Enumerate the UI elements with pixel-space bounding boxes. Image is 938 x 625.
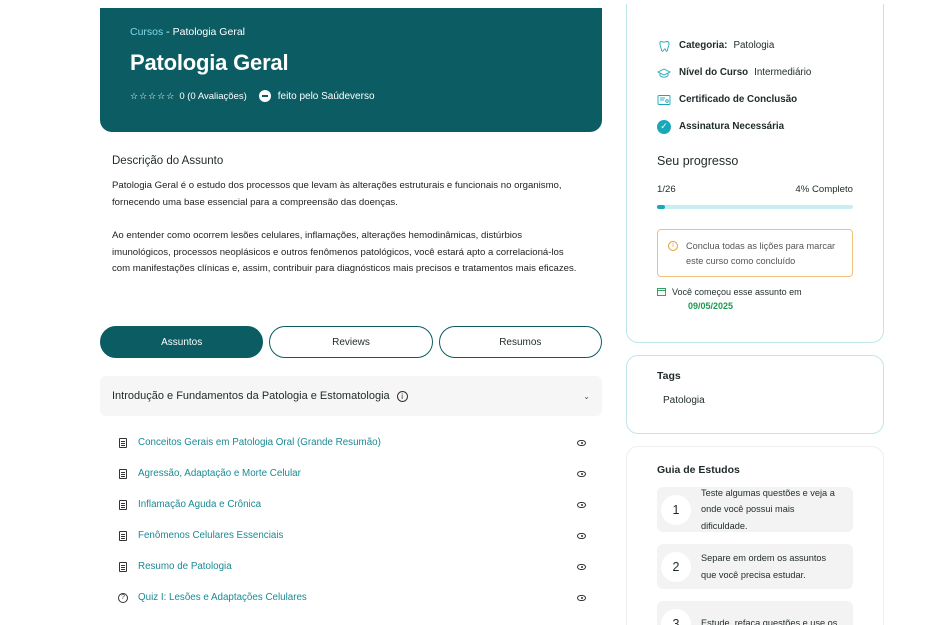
level-row: Nível do Curso Intermediário (657, 59, 853, 86)
step-text: Separe em ordem os assuntos que você pre… (701, 553, 827, 580)
completion-notice: i Conclua todas as lições para marcar es… (657, 229, 853, 277)
step-number: 1 (661, 494, 691, 525)
tab-reviews[interactable]: Reviews (269, 326, 433, 358)
level-value: Intermediário (754, 67, 812, 78)
lesson-item[interactable]: ? Quiz I: Lesões e Adaptações Celulares (118, 582, 586, 613)
course-hero: Cursos - Patologia Geral Patologia Geral… (100, 8, 602, 132)
lesson-title[interactable]: Quiz I: Lesões e Adaptações Celulares (138, 592, 307, 603)
document-icon (118, 468, 128, 479)
document-icon (118, 530, 128, 541)
lesson-title[interactable]: Agressão, Adaptação e Morte Celular (138, 468, 301, 479)
notice-text: Conclua todas as lições para marcar este… (686, 241, 836, 266)
tooth-icon (657, 39, 671, 53)
guide-step: 2 Separe em ordem os assuntos que você p… (657, 544, 853, 589)
description-paragraph-1: Patologia Geral é o estudo dos processos… (112, 180, 562, 208)
tab-assuntos[interactable]: Assuntos (100, 326, 264, 358)
rating-stars-icon[interactable]: ☆☆☆☆☆ (130, 91, 175, 102)
step-text: Teste algumas questões e veja a onde voc… (701, 487, 835, 531)
check-icon: ✓ (657, 119, 671, 134)
description-heading: Descrição do Assunto (112, 155, 224, 167)
module-accordion-header[interactable]: Introdução e Fundamentos da Patologia e … (100, 376, 602, 416)
breadcrumb-link-cursos[interactable]: Cursos (130, 26, 163, 38)
subscription-label: Assinatura Necessária (679, 121, 785, 132)
eye-icon[interactable] (577, 563, 586, 570)
eye-icon[interactable] (577, 532, 586, 539)
course-info-card: Categoria: Patologia Nível do Curso Inte… (626, 4, 884, 343)
document-icon (118, 499, 128, 510)
eye-icon[interactable] (577, 594, 586, 601)
author-badge: feito pelo Saúdeverso (258, 90, 375, 102)
tags-title: Tags (657, 370, 681, 382)
progress-bar-fill (657, 205, 665, 209)
lesson-item[interactable]: Resumo de Patologia (118, 551, 586, 582)
progress-percent: 4% Completo (795, 184, 853, 195)
certificate-row: Certificado de Conclusão (657, 86, 853, 113)
module-title: Introdução e Fundamentos da Patologia e … (112, 390, 390, 402)
lesson-item[interactable]: Agressão, Adaptação e Morte Celular (118, 458, 586, 489)
lesson-item[interactable]: Inflamação Aguda e Crônica (118, 489, 586, 520)
step-number: 2 (661, 551, 691, 582)
started-info: Você começou esse assunto em 09/05/2025 (657, 287, 853, 311)
rating-row: ☆☆☆☆☆ 0 (0 Avaliações) feito pelo Saúdev… (130, 90, 572, 102)
progress-summary: 1/26 4% Completo (657, 184, 853, 195)
eye-icon[interactable] (577, 470, 586, 477)
quiz-icon: ? (118, 592, 128, 603)
lesson-item[interactable]: Conceitos Gerais em Patologia Oral (Gran… (118, 427, 586, 458)
subscription-row: ✓ Assinatura Necessária (657, 113, 853, 140)
author-text: feito pelo Saúdeverso (277, 90, 375, 102)
lesson-title[interactable]: Fenômenos Celulares Essenciais (138, 530, 283, 541)
guide-step: 3 Estude, refaça questões e use os (657, 601, 853, 625)
tag-item[interactable]: Patologia (663, 395, 853, 406)
step-number: 3 (661, 608, 691, 625)
lesson-item[interactable]: Fenômenos Celulares Essenciais (118, 520, 586, 551)
progress-title: Seu progresso (657, 154, 739, 168)
tab-resumos[interactable]: Resumos (438, 326, 602, 358)
category-row: Categoria: Patologia (657, 32, 853, 59)
certificate-icon (657, 93, 671, 107)
level-icon (657, 66, 671, 80)
logo-icon (258, 90, 271, 102)
step-text: Estude, refaça questões e use os (701, 618, 838, 625)
breadcrumb-current: Patologia Geral (172, 26, 245, 38)
lesson-title[interactable]: Inflamação Aguda e Crônica (138, 499, 261, 510)
certificate-label: Certificado de Conclusão (679, 94, 798, 105)
document-icon (118, 437, 128, 448)
category-label: Categoria: (679, 40, 728, 51)
info-icon[interactable]: i (396, 390, 408, 402)
lesson-title[interactable]: Resumo de Patologia (138, 561, 232, 572)
chevron-down-icon[interactable]: ⌄ (583, 392, 590, 401)
breadcrumb-separator: - (163, 26, 173, 38)
started-text: Você começou esse assunto em (672, 287, 802, 297)
level-label: Nível do Curso (679, 67, 749, 78)
info-icon: i (668, 241, 678, 251)
lesson-list: Conceitos Gerais em Patologia Oral (Gran… (118, 427, 586, 613)
description-paragraph-2: Ao entender como ocorrem lesões celulare… (112, 230, 577, 274)
guide-step: 1 Teste algumas questões e veja a onde v… (657, 487, 853, 532)
rating-text: 0 (0 Avaliações) (179, 90, 247, 102)
content-tabs: Assuntos Reviews Resumos (100, 326, 602, 358)
started-date: 09/05/2025 (688, 301, 734, 311)
page-title: Patologia Geral (130, 50, 289, 75)
calendar-icon (657, 287, 666, 311)
progress-bar (657, 205, 853, 209)
study-guide-card: Guia de Estudos 1 Teste algumas questões… (626, 446, 884, 625)
description-section: Descrição do Assunto Patologia Geral é o… (112, 155, 582, 278)
eye-icon[interactable] (577, 439, 586, 446)
breadcrumb: Cursos - Patologia Geral (130, 26, 572, 38)
tags-card: Tags Patologia (626, 355, 884, 434)
eye-icon[interactable] (577, 501, 586, 508)
progress-count: 1/26 (657, 184, 676, 195)
lesson-title[interactable]: Conceitos Gerais em Patologia Oral (Gran… (138, 437, 381, 448)
guide-title: Guia de Estudos (657, 464, 740, 476)
category-value: Patologia (733, 40, 775, 51)
document-icon (118, 561, 128, 572)
